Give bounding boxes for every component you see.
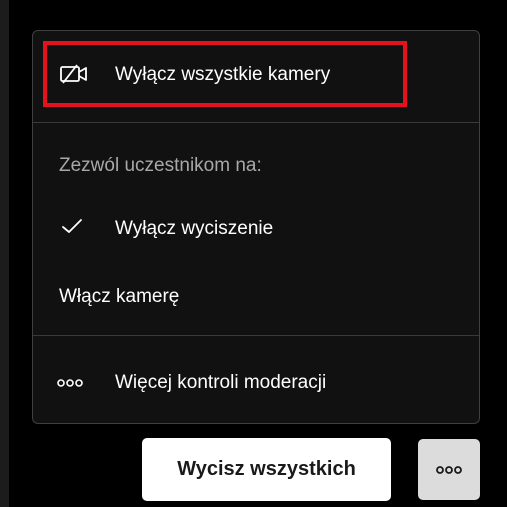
more-dots-icon [434,461,464,479]
disable-all-cameras-item[interactable]: Wyłącz wszystkie kamery [33,31,479,119]
camera-off-icon [59,62,89,86]
allow-unmute-label: Wyłącz wyciszenie [115,218,274,239]
more-moderation-item[interactable]: Więcej kontroli moderacji [33,361,479,405]
section-label: Zezwól uczestnikom na: [59,155,262,176]
moderation-menu: Wyłącz wszystkie kamery Zezwól uczestnik… [32,30,480,424]
more-moderation-label: Więcej kontroli moderacji [115,372,327,393]
moderation-panel: Wyłącz wszystkie kamery Zezwól uczestnik… [0,0,507,507]
more-dots-icon [55,374,85,392]
left-edge-strip [0,0,9,507]
menu-divider [33,335,479,336]
allow-unmute-item[interactable]: Wyłącz wyciszenie [33,206,479,250]
allow-camera-item[interactable]: Włącz kamerę [33,274,479,318]
disable-all-cameras-label: Wyłącz wszystkie kamery [115,64,331,85]
allow-camera-label: Włącz kamerę [59,286,180,307]
more-options-button[interactable] [418,439,480,500]
mute-all-button[interactable]: Wycisz wszystkich [142,438,391,501]
checkmark-icon [61,216,83,236]
menu-divider [33,122,479,123]
